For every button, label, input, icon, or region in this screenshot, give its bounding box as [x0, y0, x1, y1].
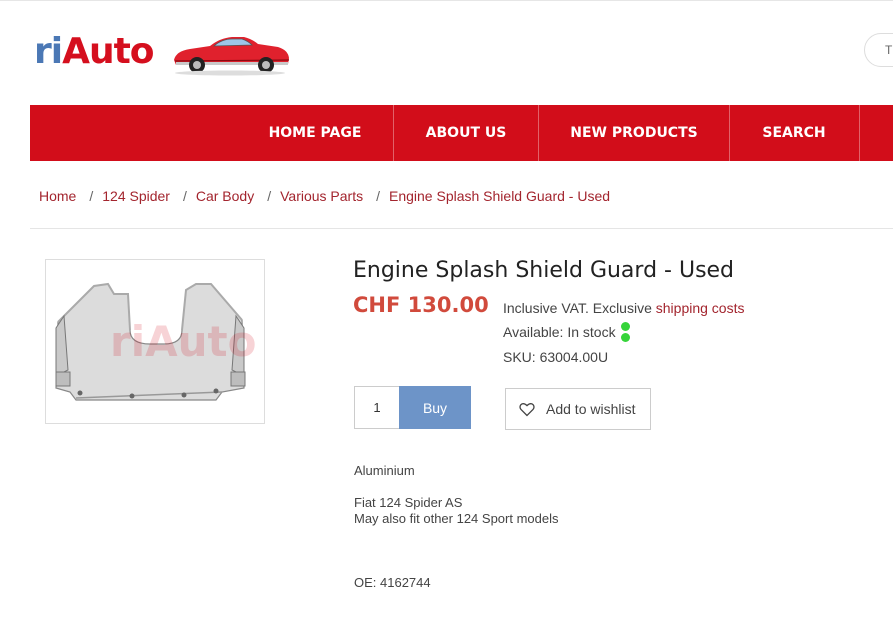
logo-car-image — [174, 37, 290, 76]
product-price: CHF 130.00 — [353, 293, 489, 317]
breadcrumb-various-parts[interactable]: Various Parts — [280, 188, 363, 204]
nav-new-products[interactable]: NEW PRODUCTS — [539, 105, 729, 161]
breadcrumb-current-product[interactable]: Engine Splash Shield Guard - Used — [389, 188, 610, 204]
search-input[interactable]: T — [864, 33, 893, 67]
product-sku: SKU: 63004.00U — [503, 349, 609, 365]
description-line-1: Fiat 124 Spider AS — [354, 495, 463, 510]
product-image[interactable]: riAuto — [45, 259, 265, 424]
description-oe-number: OE: 4162744 — [354, 575, 431, 590]
stock-indicator-icon — [621, 322, 631, 344]
breadcrumb-separator: / — [182, 188, 187, 204]
search-placeholder-fragment: T — [885, 43, 893, 57]
quantity-input[interactable] — [354, 386, 399, 429]
breadcrumb: Home / 124 Spider / Car Body / Various Parts / E… — [39, 188, 610, 204]
stock-dot — [621, 322, 630, 331]
buy-button[interactable]: Buy — [399, 386, 471, 429]
nav-about-us[interactable]: ABOUT US — [394, 105, 538, 161]
breadcrumb-124-spider[interactable]: 124 Spider — [102, 188, 170, 204]
description-line-2: May also fit other 124 Sport models — [354, 511, 559, 526]
breadcrumb-separator: / — [89, 188, 94, 204]
shipping-costs-link[interactable]: shipping costs — [656, 300, 745, 316]
breadcrumb-separator: / — [376, 188, 380, 204]
breadcrumb-divider — [30, 228, 893, 229]
splash-shield-picture: riAuto — [55, 282, 256, 401]
main-nav: HOME PAGE ABOUT US NEW PRODUCTS SEARCH — [30, 105, 893, 161]
stock-dot — [621, 333, 630, 342]
add-to-wishlist-button[interactable]: Add to wishlist — [505, 388, 651, 430]
breadcrumb-separator: / — [267, 188, 272, 204]
watermark-logo: riAuto — [110, 317, 256, 366]
breadcrumb-car-body[interactable]: Car Body — [196, 188, 254, 204]
nav-search[interactable]: SEARCH — [730, 105, 858, 161]
heart-icon — [519, 403, 535, 417]
top-border — [0, 0, 893, 1]
wishlist-label: Add to wishlist — [546, 401, 636, 417]
site-logo[interactable]: riAuto — [34, 30, 155, 74]
product-title: Engine Splash Shield Guard - Used — [353, 258, 735, 283]
nav-divider — [859, 105, 860, 161]
availability-text: Available: In stock — [503, 324, 616, 340]
description-material: Aluminium — [354, 463, 415, 478]
vat-text: Inclusive VAT. Exclusive — [503, 300, 656, 316]
logo-text-ri: ri — [34, 31, 63, 72]
nav-home-page[interactable]: HOME PAGE — [248, 105, 382, 161]
breadcrumb-home[interactable]: Home — [39, 188, 76, 204]
logo-text-auto: Auto — [62, 31, 154, 72]
vat-note: Inclusive VAT. Exclusive shipping costs — [503, 300, 744, 316]
